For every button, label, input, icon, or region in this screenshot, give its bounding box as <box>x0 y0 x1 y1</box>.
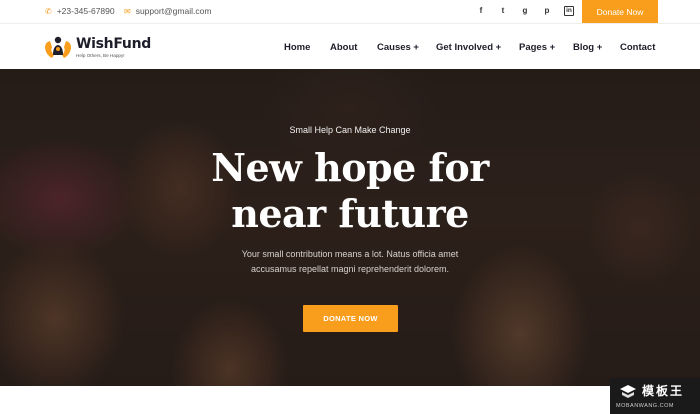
nav-get-involved[interactable]: Get Involved + <box>436 41 501 55</box>
hero-kicker: Small Help Can Make Change <box>289 125 411 135</box>
nav-causes[interactable]: Causes + <box>377 41 419 55</box>
social-links: f t g p in <box>476 5 574 17</box>
nav-pages[interactable]: Pages + <box>519 41 555 55</box>
main-header: WishFund Help Others, Be Happy! Home Abo… <box>0 23 700 69</box>
facebook-icon[interactable]: f <box>476 5 486 17</box>
nav-about[interactable]: About <box>330 41 357 55</box>
watermark-domain-text: MOBANWANG.COM <box>616 403 674 409</box>
hero-section: Small Help Can Make Change New hope for … <box>0 69 700 386</box>
hero-headline-line-2: near future <box>231 191 469 236</box>
nav-home[interactable]: Home <box>284 41 310 55</box>
google-plus-icon[interactable]: g <box>520 5 530 17</box>
hero-description-line-2: accusamus repellat magni reprehenderit d… <box>250 264 450 274</box>
nav-blog[interactable]: Blog + <box>573 41 602 55</box>
watermark-logo-icon <box>620 385 636 398</box>
linkedin-icon[interactable]: in <box>564 6 574 16</box>
main-nav: Home About Causes + Get Involved + Pages… <box>0 41 700 55</box>
site-watermark: 模板王 MOBANWANG.COM <box>610 378 700 414</box>
email-address: support@gmail.com <box>135 6 212 16</box>
watermark-chinese-text: 模板王 <box>642 384 685 398</box>
pinterest-icon[interactable]: p <box>542 5 552 17</box>
phone-contact: ✆ +23-345-67890 <box>45 6 115 16</box>
hero-description: Your small contribution means a lot. Nat… <box>0 247 700 277</box>
twitter-icon[interactable]: t <box>498 5 508 17</box>
phone-number: +23-345-67890 <box>56 6 115 16</box>
envelope-icon: ✉ <box>124 6 131 16</box>
hero-headline-line-1: New hope for <box>211 145 489 190</box>
hero-headline: New hope for near future <box>0 145 700 237</box>
phone-icon: ✆ <box>45 6 52 16</box>
email-contact: ✉ support@gmail.com <box>124 6 211 16</box>
nav-contact[interactable]: Contact <box>620 41 655 55</box>
donate-now-button[interactable]: Donate Now <box>582 0 658 23</box>
hero-donate-button[interactable]: DONATE NOW <box>303 305 398 332</box>
top-bar: ✆ +23-345-67890 ✉ support@gmail.com f t … <box>0 0 700 23</box>
hero-description-line-1: Your small contribution means a lot. Nat… <box>241 249 459 259</box>
